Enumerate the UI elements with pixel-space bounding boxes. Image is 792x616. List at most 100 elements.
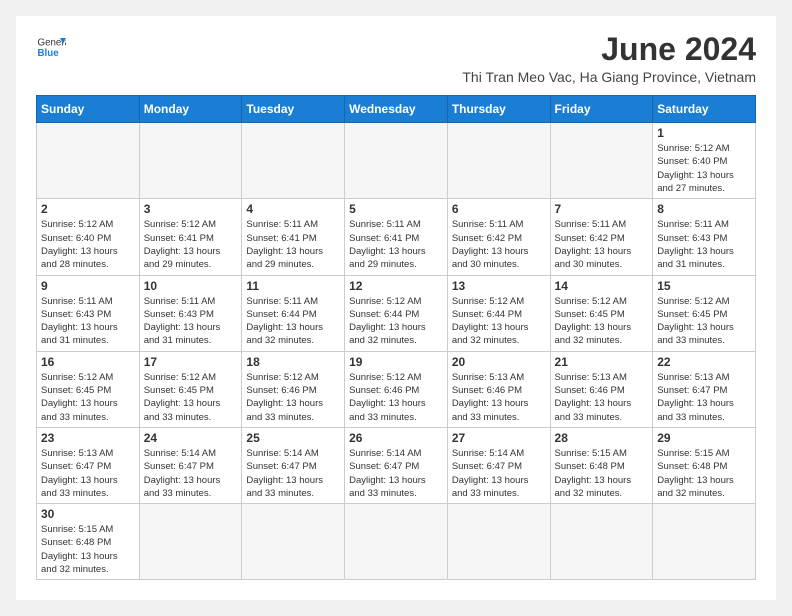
cell-daylight-info: Sunrise: 5:11 AM Sunset: 6:43 PM Dayligh…	[41, 295, 135, 348]
calendar-header: SundayMondayTuesdayWednesdayThursdayFrid…	[37, 96, 756, 123]
calendar-page: General Blue June 2024 Thi Tran Meo Vac,…	[16, 16, 776, 600]
calendar-cell: 25Sunrise: 5:14 AM Sunset: 6:47 PM Dayli…	[242, 427, 345, 503]
cell-daylight-info: Sunrise: 5:12 AM Sunset: 6:45 PM Dayligh…	[41, 371, 135, 424]
generalblue-logo-icon: General Blue	[36, 32, 66, 62]
day-header-saturday: Saturday	[653, 96, 756, 123]
cell-daylight-info: Sunrise: 5:14 AM Sunset: 6:47 PM Dayligh…	[246, 447, 340, 500]
cell-date-number: 2	[41, 202, 135, 216]
calendar-cell: 19 Sunrise: 5:12 AM Sunset: 6:46 PM Dayli…	[345, 351, 448, 427]
calendar-cell	[139, 123, 242, 199]
calendar-cell	[447, 123, 550, 199]
calendar-cell	[447, 504, 550, 580]
svg-text:Blue: Blue	[38, 48, 60, 59]
calendar-cell	[37, 123, 140, 199]
cell-daylight-info: Sunrise: 5:15 AM Sunset: 6:48 PM Dayligh…	[41, 523, 135, 576]
cell-date-number: 3	[144, 202, 238, 216]
calendar-week-row: 2 Sunrise: 5:12 AM Sunset: 6:40 PM Daylig…	[37, 199, 756, 275]
cell-daylight-info: Sunrise: 5:11 AM Sunset: 6:41 PM Dayligh…	[246, 218, 340, 271]
calendar-week-row: 30 Sunrise: 5:15 AM Sunset: 6:48 PM Dayli…	[37, 504, 756, 580]
calendar-cell: 30 Sunrise: 5:15 AM Sunset: 6:48 PM Dayli…	[37, 504, 140, 580]
calendar-cell: 27 Sunrise: 5:14 AM Sunset: 6:47 PM Dayli…	[447, 427, 550, 503]
cell-date-number: 10	[144, 279, 238, 293]
calendar-table: SundayMondayTuesdayWednesdayThursdayFrid…	[36, 95, 756, 580]
calendar-cell: 13 Sunrise: 5:12 AM Sunset: 6:44 PM Dayli…	[447, 275, 550, 351]
calendar-cell	[242, 123, 345, 199]
calendar-cell: 11 Sunrise: 5:11 AM Sunset: 6:44 PM Dayli…	[242, 275, 345, 351]
cell-daylight-info: Sunrise: 5:11 AM Sunset: 6:44 PM Dayligh…	[246, 295, 340, 348]
calendar-week-row: 1 Sunrise: 5:12 AM Sunset: 6:40 PM Daylig…	[37, 123, 756, 199]
cell-date-number: 15	[657, 279, 751, 293]
cell-daylight-info: Sunrise: 5:12 AM Sunset: 6:45 PM Dayligh…	[555, 295, 649, 348]
cell-daylight-info: Sunrise: 5:12 AM Sunset: 6:41 PM Dayligh…	[144, 218, 238, 271]
calendar-cell: 23 Sunrise: 5:13 AM Sunset: 6:47 PM Dayli…	[37, 427, 140, 503]
calendar-cell: 4 Sunrise: 5:11 AM Sunset: 6:41 PM Daylig…	[242, 199, 345, 275]
cell-daylight-info: Sunrise: 5:12 AM Sunset: 6:45 PM Dayligh…	[657, 295, 751, 348]
cell-daylight-info: Sunrise: 5:11 AM Sunset: 6:41 PM Dayligh…	[349, 218, 443, 271]
header: General Blue June 2024 Thi Tran Meo Vac,…	[36, 32, 756, 85]
calendar-cell: 2 Sunrise: 5:12 AM Sunset: 6:40 PM Daylig…	[37, 199, 140, 275]
calendar-cell: 15 Sunrise: 5:12 AM Sunset: 6:45 PM Dayli…	[653, 275, 756, 351]
calendar-cell: 6Sunrise: 5:11 AM Sunset: 6:42 PM Daylig…	[447, 199, 550, 275]
calendar-cell: 9Sunrise: 5:11 AM Sunset: 6:43 PM Daylig…	[37, 275, 140, 351]
calendar-cell: 8Sunrise: 5:11 AM Sunset: 6:43 PM Daylig…	[653, 199, 756, 275]
calendar-week-row: 16 Sunrise: 5:12 AM Sunset: 6:45 PM Dayli…	[37, 351, 756, 427]
calendar-cell: 17Sunrise: 5:12 AM Sunset: 6:45 PM Dayli…	[139, 351, 242, 427]
calendar-cell: 29 Sunrise: 5:15 AM Sunset: 6:48 PM Dayli…	[653, 427, 756, 503]
cell-date-number: 5	[349, 202, 443, 216]
calendar-cell	[345, 504, 448, 580]
location-subtitle: Thi Tran Meo Vac, Ha Giang Province, Vie…	[462, 69, 756, 85]
cell-daylight-info: Sunrise: 5:13 AM Sunset: 6:47 PM Dayligh…	[41, 447, 135, 500]
cell-daylight-info: Sunrise: 5:11 AM Sunset: 6:42 PM Dayligh…	[555, 218, 649, 271]
cell-date-number: 26	[349, 431, 443, 445]
day-header-wednesday: Wednesday	[345, 96, 448, 123]
calendar-cell: 7Sunrise: 5:11 AM Sunset: 6:42 PM Daylig…	[550, 199, 653, 275]
cell-date-number: 20	[452, 355, 546, 369]
cell-date-number: 4	[246, 202, 340, 216]
cell-date-number: 27	[452, 431, 546, 445]
cell-daylight-info: Sunrise: 5:11 AM Sunset: 6:43 PM Dayligh…	[657, 218, 751, 271]
calendar-cell: 24Sunrise: 5:14 AM Sunset: 6:47 PM Dayli…	[139, 427, 242, 503]
cell-daylight-info: Sunrise: 5:11 AM Sunset: 6:42 PM Dayligh…	[452, 218, 546, 271]
cell-date-number: 11	[246, 279, 340, 293]
cell-daylight-info: Sunrise: 5:14 AM Sunset: 6:47 PM Dayligh…	[349, 447, 443, 500]
calendar-cell: 5 Sunrise: 5:11 AM Sunset: 6:41 PM Daylig…	[345, 199, 448, 275]
cell-date-number: 18	[246, 355, 340, 369]
cell-daylight-info: Sunrise: 5:11 AM Sunset: 6:43 PM Dayligh…	[144, 295, 238, 348]
title-block: June 2024 Thi Tran Meo Vac, Ha Giang Pro…	[462, 32, 756, 85]
logo: General Blue	[36, 32, 66, 62]
calendar-cell: 20 Sunrise: 5:13 AM Sunset: 6:46 PM Dayli…	[447, 351, 550, 427]
cell-daylight-info: Sunrise: 5:13 AM Sunset: 6:47 PM Dayligh…	[657, 371, 751, 424]
calendar-cell	[242, 504, 345, 580]
calendar-cell: 22 Sunrise: 5:13 AM Sunset: 6:47 PM Dayli…	[653, 351, 756, 427]
cell-daylight-info: Sunrise: 5:13 AM Sunset: 6:46 PM Dayligh…	[452, 371, 546, 424]
cell-daylight-info: Sunrise: 5:12 AM Sunset: 6:40 PM Dayligh…	[41, 218, 135, 271]
calendar-cell: 10 Sunrise: 5:11 AM Sunset: 6:43 PM Dayli…	[139, 275, 242, 351]
calendar-cell	[653, 504, 756, 580]
cell-daylight-info: Sunrise: 5:12 AM Sunset: 6:46 PM Dayligh…	[246, 371, 340, 424]
calendar-cell	[550, 123, 653, 199]
cell-daylight-info: Sunrise: 5:12 AM Sunset: 6:40 PM Dayligh…	[657, 142, 751, 195]
cell-date-number: 21	[555, 355, 649, 369]
cell-date-number: 17	[144, 355, 238, 369]
cell-date-number: 19	[349, 355, 443, 369]
cell-daylight-info: Sunrise: 5:14 AM Sunset: 6:47 PM Dayligh…	[452, 447, 546, 500]
calendar-cell: 28Sunrise: 5:15 AM Sunset: 6:48 PM Dayli…	[550, 427, 653, 503]
calendar-cell: 18 Sunrise: 5:12 AM Sunset: 6:46 PM Dayli…	[242, 351, 345, 427]
cell-date-number: 29	[657, 431, 751, 445]
cell-date-number: 13	[452, 279, 546, 293]
cell-date-number: 1	[657, 126, 751, 140]
cell-date-number: 23	[41, 431, 135, 445]
day-header-friday: Friday	[550, 96, 653, 123]
cell-daylight-info: Sunrise: 5:12 AM Sunset: 6:44 PM Dayligh…	[452, 295, 546, 348]
day-header-thursday: Thursday	[447, 96, 550, 123]
cell-daylight-info: Sunrise: 5:15 AM Sunset: 6:48 PM Dayligh…	[657, 447, 751, 500]
calendar-cell	[345, 123, 448, 199]
cell-date-number: 24	[144, 431, 238, 445]
cell-daylight-info: Sunrise: 5:12 AM Sunset: 6:44 PM Dayligh…	[349, 295, 443, 348]
calendar-cell	[550, 504, 653, 580]
days-header-row: SundayMondayTuesdayWednesdayThursdayFrid…	[37, 96, 756, 123]
cell-daylight-info: Sunrise: 5:12 AM Sunset: 6:46 PM Dayligh…	[349, 371, 443, 424]
cell-date-number: 16	[41, 355, 135, 369]
cell-date-number: 30	[41, 507, 135, 521]
cell-date-number: 22	[657, 355, 751, 369]
